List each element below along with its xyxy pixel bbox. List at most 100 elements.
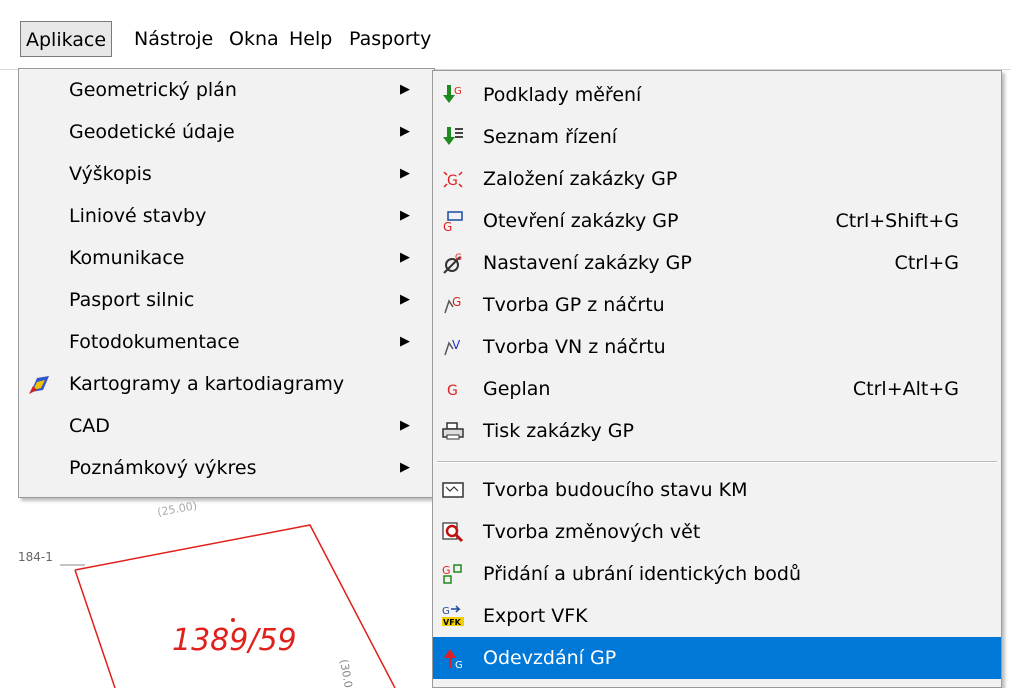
svg-text:G: G — [455, 660, 463, 670]
point-label: 184-1 — [18, 550, 53, 564]
menu-nastroje[interactable]: Nástroje — [129, 21, 218, 57]
menu-item-poznamkovy-vykres[interactable]: Poznámkový výkres ▶ — [19, 447, 434, 489]
sketch-v-icon: V — [444, 338, 461, 356]
menu-item-geometricky-plan[interactable]: Geometrický plán ▶ — [19, 69, 434, 111]
parcel-number: 1389/59 — [172, 623, 297, 658]
menu-item-odevzdani-gp[interactable]: G Odevzdání GP — [433, 637, 1001, 679]
shortcut-label: Ctrl+G — [894, 252, 959, 274]
parcel-boundary-left — [74, 569, 116, 688]
menu-item-label: Geometrický plán — [69, 79, 237, 101]
submenu-arrow-icon: ▶ — [400, 334, 410, 349]
side-length-label: (30.00) — [337, 658, 357, 688]
printer-icon — [442, 422, 464, 440]
menu-item-label: Otevření zakázky GP — [483, 210, 679, 232]
svg-text:VFK: VFK — [443, 618, 462, 627]
upload-g-icon: G — [444, 649, 463, 670]
settings-g-icon: G — [443, 253, 462, 274]
export-vfk-icon: G VFK — [442, 605, 464, 627]
menu-item-tvorba-gp[interactable]: G Tvorba GP z náčrtu — [433, 284, 1001, 326]
menu-item-zalozeni-zakazky[interactable]: G Založení zakázky GP — [433, 158, 1001, 200]
menu-item-label: Poznámkový výkres — [69, 457, 257, 479]
menu-item-label: Založení zakázky GP — [483, 168, 678, 190]
menu-item-label: Tvorba GP z náčrtu — [483, 294, 665, 316]
menu-okna[interactable]: Okna — [224, 21, 284, 57]
svg-text:G: G — [442, 564, 451, 577]
menubar: Aplikace Nástroje Okna Help Pasporty — [0, 0, 1011, 70]
menu-item-label: Fotodokumentace — [69, 331, 240, 353]
menu-item-kartogramy[interactable]: Kartogramy a kartodiagramy — [19, 363, 434, 405]
menu-item-label: Tisk zakázky GP — [483, 420, 634, 442]
parcel-centroid — [231, 618, 235, 622]
menu-aplikace-label: Aplikace — [26, 29, 107, 51]
geplan-g-icon: G — [447, 383, 458, 399]
menu-item-podklady-mereni[interactable]: G Podklady měření — [433, 74, 1001, 116]
menu-item-vyskopis[interactable]: Výškopis ▶ — [19, 153, 434, 195]
menu-help-label: Help — [289, 28, 333, 50]
svg-text:G: G — [442, 606, 450, 617]
menu-item-geplan[interactable]: G Geplan Ctrl+Alt+G — [433, 368, 1001, 410]
open-g-icon: G — [443, 211, 463, 233]
submenu-arrow-icon: ▶ — [400, 208, 410, 223]
svg-text:G: G — [447, 383, 458, 399]
submenu-arrow-icon: ▶ — [400, 418, 410, 433]
menu-pasporty-label: Pasporty — [349, 28, 432, 50]
menu-item-label: Komunikace — [69, 247, 185, 269]
svg-text:G: G — [447, 173, 458, 189]
menu-item-pasport-silnic[interactable]: Pasport silnic ▶ — [19, 279, 434, 321]
menu-item-label: Tvorba VN z náčrtu — [483, 336, 666, 358]
menu-item-label: Pasport silnic — [69, 289, 195, 311]
submenu-arrow-icon: ▶ — [400, 250, 410, 265]
svg-text:G: G — [454, 86, 462, 97]
menu-item-tisk-zakazky[interactable]: Tisk zakázky GP — [433, 410, 1001, 452]
menu-item-otevreni-zakazky[interactable]: G Otevření zakázky GP Ctrl+Shift+G — [433, 200, 1001, 242]
sketch-g-icon: G — [444, 295, 461, 314]
menu-pasporty[interactable]: Pasporty — [344, 21, 436, 57]
menu-item-label: Export VFK — [483, 605, 588, 627]
menu-item-label: Nastavení zakázky GP — [483, 252, 692, 274]
menu-item-label: Výškopis — [69, 163, 152, 185]
menu-item-label: Geplan — [483, 378, 551, 400]
shortcut-label: Ctrl+Shift+G — [835, 210, 959, 232]
menu-item-budouci-stav[interactable]: Tvorba budoucího stavu KM — [433, 469, 1001, 511]
menu-item-label: Přidání a ubrání identických bodů — [483, 563, 802, 585]
submenu-arrow-icon: ▶ — [400, 460, 410, 475]
side-length-label-top: (25.00) — [156, 499, 198, 519]
menu-item-label: Tvorba budoucího stavu KM — [483, 479, 748, 501]
chart-pencil-icon — [29, 376, 49, 394]
svg-text:V: V — [452, 338, 461, 352]
svg-text:G: G — [452, 295, 461, 309]
menu-okna-label: Okna — [229, 28, 279, 50]
menu-item-tvorba-vn[interactable]: V Tvorba VN z náčrtu — [433, 326, 1001, 368]
menu-item-liniove-stavby[interactable]: Liniové stavby ▶ — [19, 195, 434, 237]
map-state-icon — [442, 482, 464, 498]
menu-help[interactable]: Help — [284, 21, 337, 57]
svg-text:G: G — [455, 253, 462, 263]
menu-item-identicke-body[interactable]: G Přidání a ubrání identických bodů — [433, 553, 1001, 595]
menu-item-komunikace[interactable]: Komunikace ▶ — [19, 237, 434, 279]
shortcut-label: Ctrl+Alt+G — [852, 378, 959, 400]
menu-nastroje-label: Nástroje — [134, 28, 214, 50]
menu-item-label: Odevzdání GP — [483, 647, 617, 669]
menu-item-zmenove-vety[interactable]: Tvorba změnových vět — [433, 511, 1001, 553]
magnify-change-icon — [442, 522, 464, 543]
menu-item-label: Liniové stavby — [69, 205, 207, 227]
identical-points-icon: G — [442, 564, 462, 584]
menu-item-label: Podklady měření — [483, 84, 642, 106]
menu-item-export-vfk[interactable]: G VFK Export VFK — [433, 595, 1001, 637]
list-download-icon — [443, 127, 463, 145]
menu-item-seznam-rizeni[interactable]: Seznam řízení — [433, 116, 1001, 158]
menu-item-label: Kartogramy a kartodiagramy — [69, 373, 345, 395]
menu-item-label: Geodetické údaje — [69, 121, 235, 143]
new-g-icon: G — [443, 171, 463, 189]
menu-item-geodeticke-udaje[interactable]: Geodetické údaje ▶ — [19, 111, 434, 153]
submenu-arrow-icon: ▶ — [400, 166, 410, 181]
menu-item-cad[interactable]: CAD ▶ — [19, 405, 434, 447]
menu-separator — [437, 461, 997, 463]
menu-item-label: CAD — [69, 415, 110, 437]
menu-aplikace[interactable]: Aplikace — [20, 21, 113, 57]
submenu-arrow-icon: ▶ — [400, 292, 410, 307]
menu-item-label: Tvorba změnových vět — [483, 521, 701, 543]
geometricky-plan-submenu: G Podklady měření Seznam řízení G Založe… — [432, 70, 1002, 688]
menu-item-nastaveni-zakazky[interactable]: G Nastavení zakázky GP Ctrl+G — [433, 242, 1001, 284]
menu-item-fotodokumentace[interactable]: Fotodokumentace ▶ — [19, 321, 434, 363]
